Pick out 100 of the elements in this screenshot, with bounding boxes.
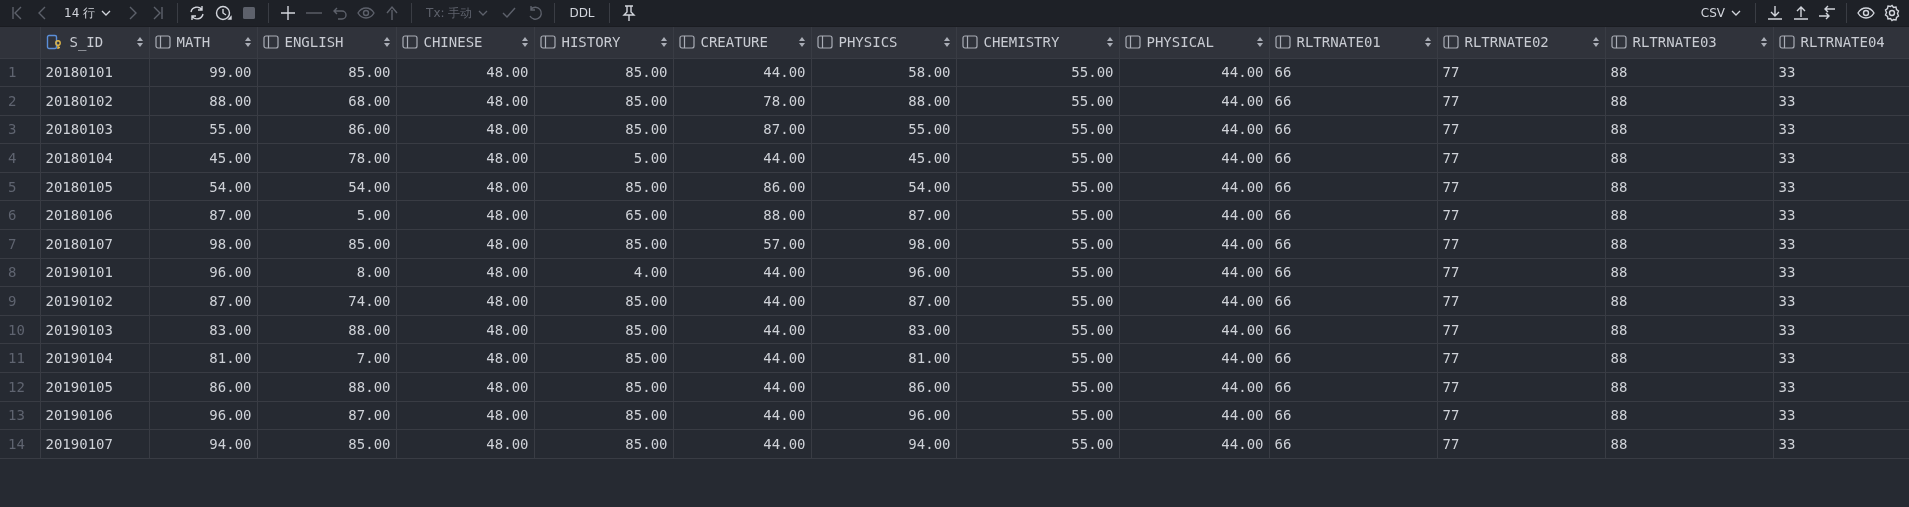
column-header[interactable]: RLTRNATE02 (1437, 27, 1605, 58)
table-cell: 66 (1269, 286, 1437, 316)
table-cell: 66 (1269, 143, 1437, 173)
table-cell: 85.00 (257, 429, 396, 459)
table-cell: 44.00 (1119, 115, 1269, 144)
sort-icon[interactable] (797, 36, 806, 49)
sort-icon[interactable] (135, 36, 144, 49)
column-header[interactable]: CHEMISTRY (956, 27, 1119, 58)
table-cell: 48.00 (396, 258, 534, 287)
table-cell: 20180102 (40, 86, 149, 116)
table-cell: 78.00 (257, 143, 396, 173)
table-cell: 85.00 (534, 172, 673, 201)
table-cell: 88 (1605, 229, 1773, 259)
table-cell: 88 (1605, 86, 1773, 116)
column-header[interactable]: MATH (149, 27, 257, 58)
table-cell: 83.00 (811, 315, 956, 344)
table-cell: 85.00 (534, 429, 673, 459)
table-cell: 20190102 (40, 286, 149, 316)
table-cell: 85.00 (534, 229, 673, 259)
table-cell: 88 (1605, 258, 1773, 287)
column-icon (1124, 35, 1141, 50)
table-cell: 48.00 (396, 286, 534, 316)
table-cell: 20180105 (40, 172, 149, 201)
table-cell: 86.00 (673, 172, 811, 201)
plus-icon (279, 4, 298, 22)
table-cell: 20180107 (40, 229, 149, 259)
row-number: 13 (0, 401, 40, 430)
table-cell: 48.00 (396, 315, 534, 344)
sort-icon[interactable] (243, 36, 252, 49)
dropdown-button[interactable]: 14 行 (56, 1, 120, 25)
table-cell: 85.00 (534, 286, 673, 316)
table-cell: 88 (1605, 143, 1773, 173)
table-cell: 66 (1269, 86, 1437, 116)
sort-icon[interactable] (942, 36, 951, 49)
table-cell: 48.00 (396, 401, 534, 430)
ddl-button[interactable]: DDL (561, 1, 603, 25)
table-cell: 55.00 (956, 58, 1119, 87)
table-cell: 55.00 (956, 143, 1119, 173)
column-header[interactable]: HISTORY (534, 27, 673, 58)
table-cell: 87.00 (257, 401, 396, 430)
column-header[interactable]: RLTRNATE01 (1269, 27, 1437, 58)
table-cell: 66 (1269, 115, 1437, 144)
table-cell: 55.00 (956, 258, 1119, 287)
table-cell: 20190103 (40, 315, 149, 344)
table-cell: 86.00 (149, 372, 257, 402)
pin-icon (619, 4, 638, 22)
column-header[interactable]: ENGLISH (257, 27, 396, 58)
table-cell: 65.00 (534, 200, 673, 230)
sort-icon[interactable] (1255, 36, 1264, 49)
eye-icon (357, 4, 376, 22)
table-cell: 20190106 (40, 401, 149, 430)
table-cell: 54.00 (257, 172, 396, 201)
table-cell: 88 (1605, 58, 1773, 87)
column-header[interactable]: CREATURE (673, 27, 811, 58)
table-cell: 85.00 (257, 58, 396, 87)
table-cell: 44.00 (1119, 315, 1269, 344)
table-cell: 58.00 (811, 58, 956, 87)
table-cell: 55.00 (956, 86, 1119, 116)
sort-icon[interactable] (1759, 36, 1768, 49)
column-header[interactable]: PHYSICS (811, 27, 956, 58)
table-cell: 87.00 (811, 286, 956, 316)
table-cell: 85.00 (534, 343, 673, 373)
table-cell: 88.00 (257, 315, 396, 344)
table-cell: 88 (1605, 429, 1773, 459)
column-header[interactable]: RLTRNATE04 (1773, 27, 1909, 58)
sort-icon[interactable] (382, 36, 391, 49)
column-header[interactable]: RLTRNATE03 (1605, 27, 1773, 58)
sort-icon[interactable] (1591, 36, 1600, 49)
column-icon (678, 35, 695, 50)
table-cell: 77 (1437, 229, 1605, 259)
table-cell: 54.00 (811, 172, 956, 201)
column-icon (961, 35, 978, 50)
table-cell: 85.00 (534, 372, 673, 402)
column-header[interactable]: S_ID (40, 27, 149, 58)
table-cell: 85.00 (534, 58, 673, 87)
table-cell: 74.00 (257, 286, 396, 316)
table-cell: 20190107 (40, 429, 149, 459)
table-cell: 20180106 (40, 200, 149, 230)
column-header[interactable]: PHYSICAL (1119, 27, 1269, 58)
table-cell: 96.00 (149, 258, 257, 287)
table-cell: 54.00 (149, 172, 257, 201)
sort-icon[interactable] (1105, 36, 1114, 49)
table-cell: 7.00 (257, 343, 396, 373)
table-cell: 86.00 (811, 372, 956, 402)
dropdown-button[interactable]: CSV (1692, 1, 1749, 25)
table-cell: 77 (1437, 372, 1605, 402)
table-cell: 5.00 (257, 200, 396, 230)
sort-icon[interactable] (520, 36, 529, 49)
sort-icon[interactable] (659, 36, 668, 49)
table-cell: 77 (1437, 286, 1605, 316)
sort-icon[interactable] (1423, 36, 1432, 49)
table-cell: 77 (1437, 115, 1605, 144)
settings-icon (1883, 4, 1901, 22)
table-cell: 77 (1437, 429, 1605, 459)
table-cell: 8.00 (257, 258, 396, 287)
table-cell: 66 (1269, 401, 1437, 430)
column-header[interactable]: CHINESE (396, 27, 534, 58)
table-cell: 44.00 (1119, 258, 1269, 287)
row-number: 8 (0, 258, 40, 287)
table-cell: 88 (1605, 200, 1773, 230)
